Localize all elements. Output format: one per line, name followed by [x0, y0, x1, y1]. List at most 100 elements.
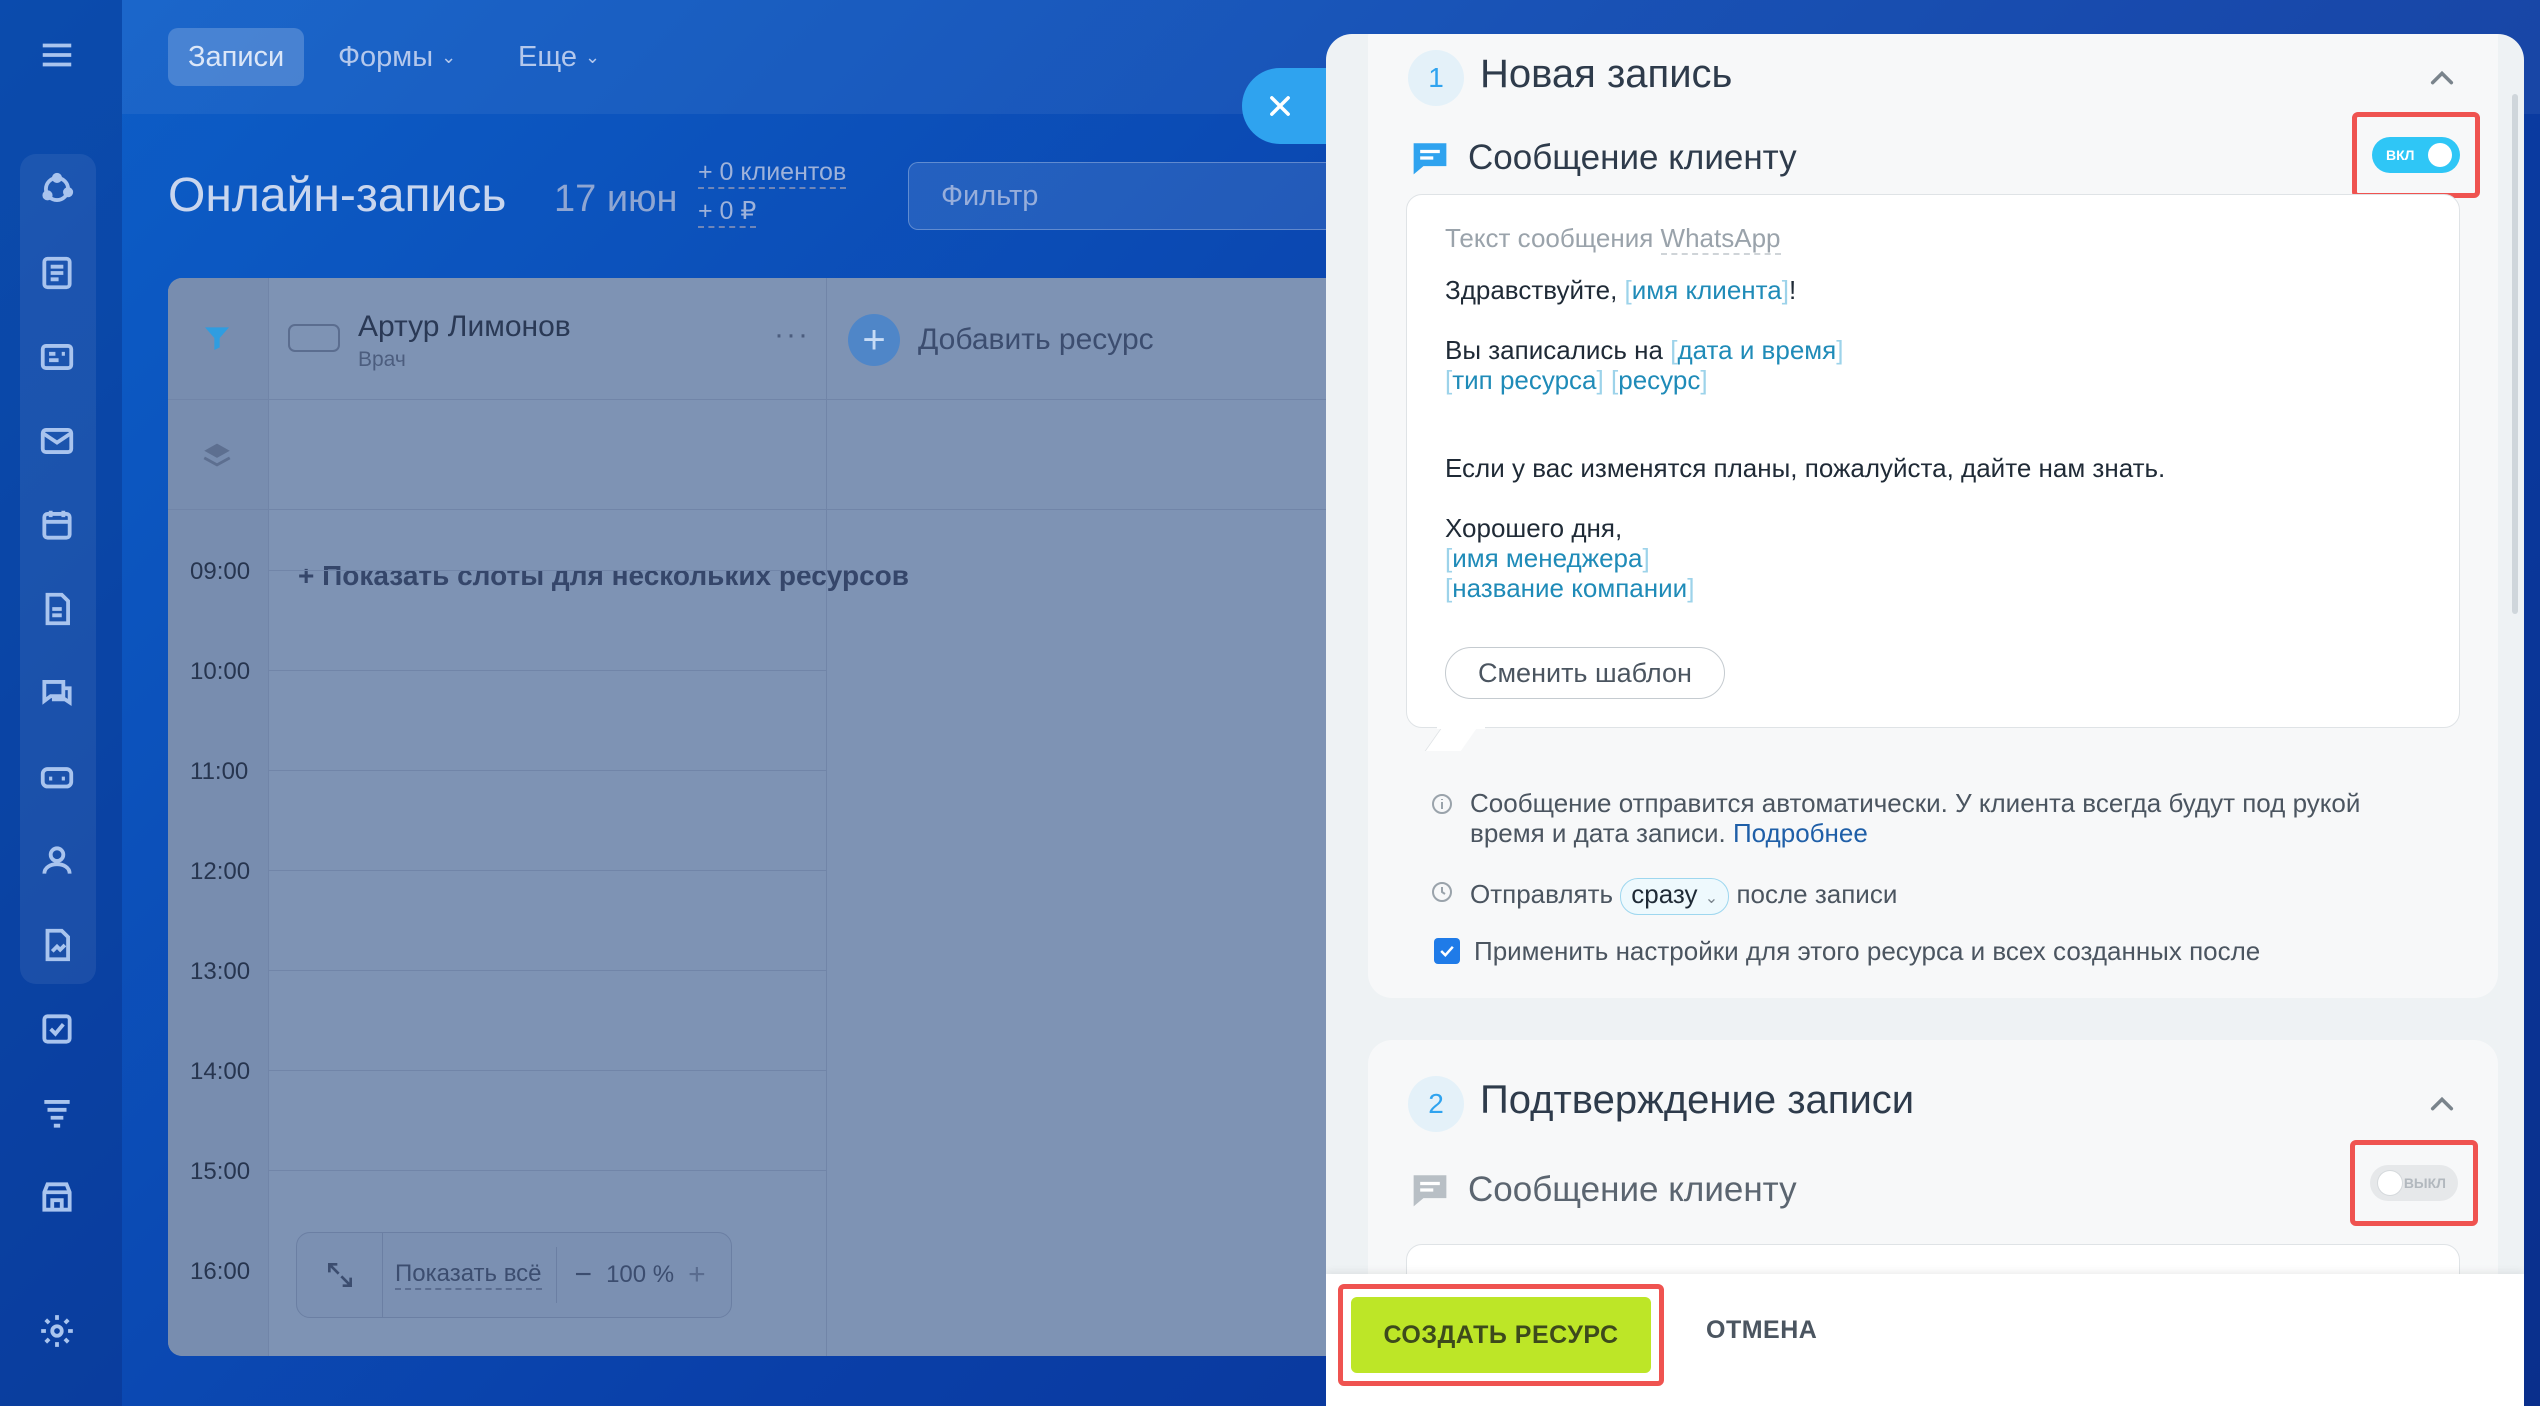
- page-title: Онлайн-запись: [168, 169, 507, 222]
- resource-header: Артур Лимонов Врач ··· + Добавить ресурс: [168, 278, 1388, 400]
- create-resource-button[interactable]: СОЗДАТЬ РЕСУРС: [1351, 1297, 1651, 1373]
- hour-line: [268, 770, 826, 771]
- scrollbar[interactable]: [2512, 94, 2518, 614]
- crm-icon[interactable]: [34, 166, 80, 212]
- message-title: Сообщение клиенту: [1468, 1170, 1797, 1209]
- expand-icon[interactable]: [297, 1233, 383, 1317]
- more-dots-icon[interactable]: ···: [774, 318, 810, 352]
- zoom-out-button[interactable]: −: [575, 1258, 593, 1292]
- mail-icon[interactable]: [34, 418, 80, 464]
- tasks-icon[interactable]: [34, 1006, 80, 1052]
- toggle-highlight: ВЫКЛ: [2350, 1140, 2478, 1226]
- add-resource-button[interactable]: + Добавить ресурс: [848, 314, 1154, 366]
- details-link[interactable]: Подробнее: [1733, 818, 1868, 848]
- zoom-divider: [555, 1247, 557, 1303]
- clock-icon: [1432, 882, 1452, 902]
- resource-role: Врач: [358, 348, 406, 371]
- apply-settings-checkbox[interactable]: [1434, 938, 1460, 964]
- funnel-stack-icon[interactable]: [34, 1090, 80, 1136]
- hour-line: [268, 1170, 826, 1171]
- stat-money[interactable]: + 0 ₽: [698, 196, 757, 228]
- filter-placeholder: Фильтр: [941, 179, 1039, 212]
- tab-records[interactable]: Записи: [168, 28, 305, 86]
- time-label: 14:00: [190, 1058, 251, 1085]
- toggle-knob: [2378, 1171, 2402, 1195]
- store-icon[interactable]: [34, 1174, 80, 1220]
- close-icon: [1270, 96, 1290, 116]
- template-channel[interactable]: WhatsApp: [1660, 223, 1781, 255]
- send-timing-select[interactable]: сразу ⌄: [1620, 878, 1730, 915]
- filter-input[interactable]: Фильтр: [908, 162, 1348, 230]
- toggle-label: ВЫКЛ: [2403, 1175, 2446, 1191]
- hour-line: [268, 670, 826, 671]
- step-number: 2: [1408, 1076, 1464, 1132]
- var-resource: ресурс: [1611, 365, 1708, 395]
- var-datetime: дата и время: [1670, 335, 1843, 365]
- time-label: 09:00: [190, 558, 251, 585]
- contacts-card-icon[interactable]: [34, 334, 80, 380]
- message-icon: [1413, 143, 1447, 175]
- layers-icon[interactable]: [200, 438, 234, 477]
- hour-line: [268, 570, 826, 571]
- slots-row: + Показать слоты для нескольких ресурсов: [168, 400, 1388, 591]
- zoom-level: 100 %: [606, 1261, 675, 1288]
- create-highlight: СОЗДАТЬ РЕСУРС: [1338, 1284, 1664, 1386]
- show-slots-link[interactable]: + Показать слоты для нескольких ресурсов: [298, 560, 909, 592]
- greeting-line: Здравствуйте, имя клиента!: [1445, 275, 1796, 306]
- time-label: 10:00: [190, 658, 251, 685]
- users-icon[interactable]: [34, 838, 80, 884]
- plans-line: Если у вас изменятся планы, пожалуйста, …: [1445, 453, 2166, 483]
- zoom-in-button[interactable]: +: [688, 1258, 706, 1292]
- check-icon: [1440, 945, 1454, 957]
- document-icon[interactable]: [34, 586, 80, 632]
- menu-icon[interactable]: [34, 32, 80, 78]
- change-template-button[interactable]: Сменить шаблон: [1445, 647, 1725, 699]
- apply-settings-label[interactable]: Применить настройки для этого ресурса и …: [1474, 936, 2260, 966]
- info-line-2: время и дата записи. Подробнее: [1470, 818, 2360, 848]
- chevron-down-icon: ⌄: [585, 46, 601, 67]
- calendar-grid: Артур Лимонов Врач ··· + Добавить ресурс…: [168, 278, 1388, 1356]
- tab-more-label: Еще: [518, 40, 578, 73]
- bubble-tail-cover: [1437, 725, 1485, 729]
- page-date[interactable]: 17 июн: [554, 178, 678, 221]
- close-slider-button[interactable]: [1242, 68, 1334, 144]
- send-timing-value: сразу: [1631, 879, 1698, 909]
- booked-text: Вы записались на: [1445, 335, 1663, 365]
- chat-icon[interactable]: [34, 670, 80, 716]
- greeting-text: Здравствуйте,: [1445, 275, 1618, 305]
- var-company: название компании: [1445, 573, 1694, 603]
- resource-name[interactable]: Артур Лимонов: [358, 310, 571, 344]
- hour-line: [268, 1070, 826, 1071]
- chevron-up-icon[interactable]: [2428, 64, 2456, 92]
- hour-line: [268, 970, 826, 971]
- signature-icon[interactable]: [34, 922, 80, 968]
- section-title: Новая запись: [1480, 52, 1733, 96]
- template-label: Текст сообщения WhatsApp: [1445, 223, 1781, 255]
- tab-forms[interactable]: Формы ⌄: [318, 28, 476, 86]
- plus-icon: +: [848, 314, 900, 366]
- time-label: 11:00: [190, 758, 249, 785]
- feed-icon[interactable]: [34, 250, 80, 296]
- send-suffix: после записи: [1736, 879, 1898, 909]
- inbox-icon[interactable]: [34, 754, 80, 800]
- time-label: 15:00: [190, 1158, 251, 1185]
- exclaim-text: !: [1788, 275, 1797, 305]
- calendar-icon[interactable]: [34, 502, 80, 548]
- stat-clients[interactable]: + 0 клиентов: [698, 158, 847, 189]
- tab-forms-label: Формы: [338, 40, 434, 73]
- message-toggle-on[interactable]: ВКЛ: [2372, 137, 2460, 173]
- funnel-icon[interactable]: [200, 322, 234, 359]
- settings-icon[interactable]: [34, 1308, 80, 1354]
- show-all-link[interactable]: Показать всё: [395, 1260, 542, 1290]
- var-client-name: имя клиента: [1625, 275, 1789, 305]
- tab-more[interactable]: Еще ⌄: [498, 28, 620, 86]
- company-line: название компании: [1445, 573, 1694, 604]
- message-toggle-off[interactable]: ВЫКЛ: [2370, 1165, 2458, 1201]
- time-label: 12:00: [190, 858, 251, 885]
- cancel-button[interactable]: ОТМЕНА: [1706, 1316, 1817, 1345]
- chevron-up-icon[interactable]: [2428, 1090, 2456, 1118]
- message-preview: Текст сообщения WhatsApp Здравствуйте, и…: [1406, 194, 2460, 751]
- chevron-down-icon: ⌄: [441, 46, 457, 67]
- tab-records-label: Записи: [188, 40, 285, 73]
- section-title: Подтверждение записи: [1480, 1078, 1915, 1122]
